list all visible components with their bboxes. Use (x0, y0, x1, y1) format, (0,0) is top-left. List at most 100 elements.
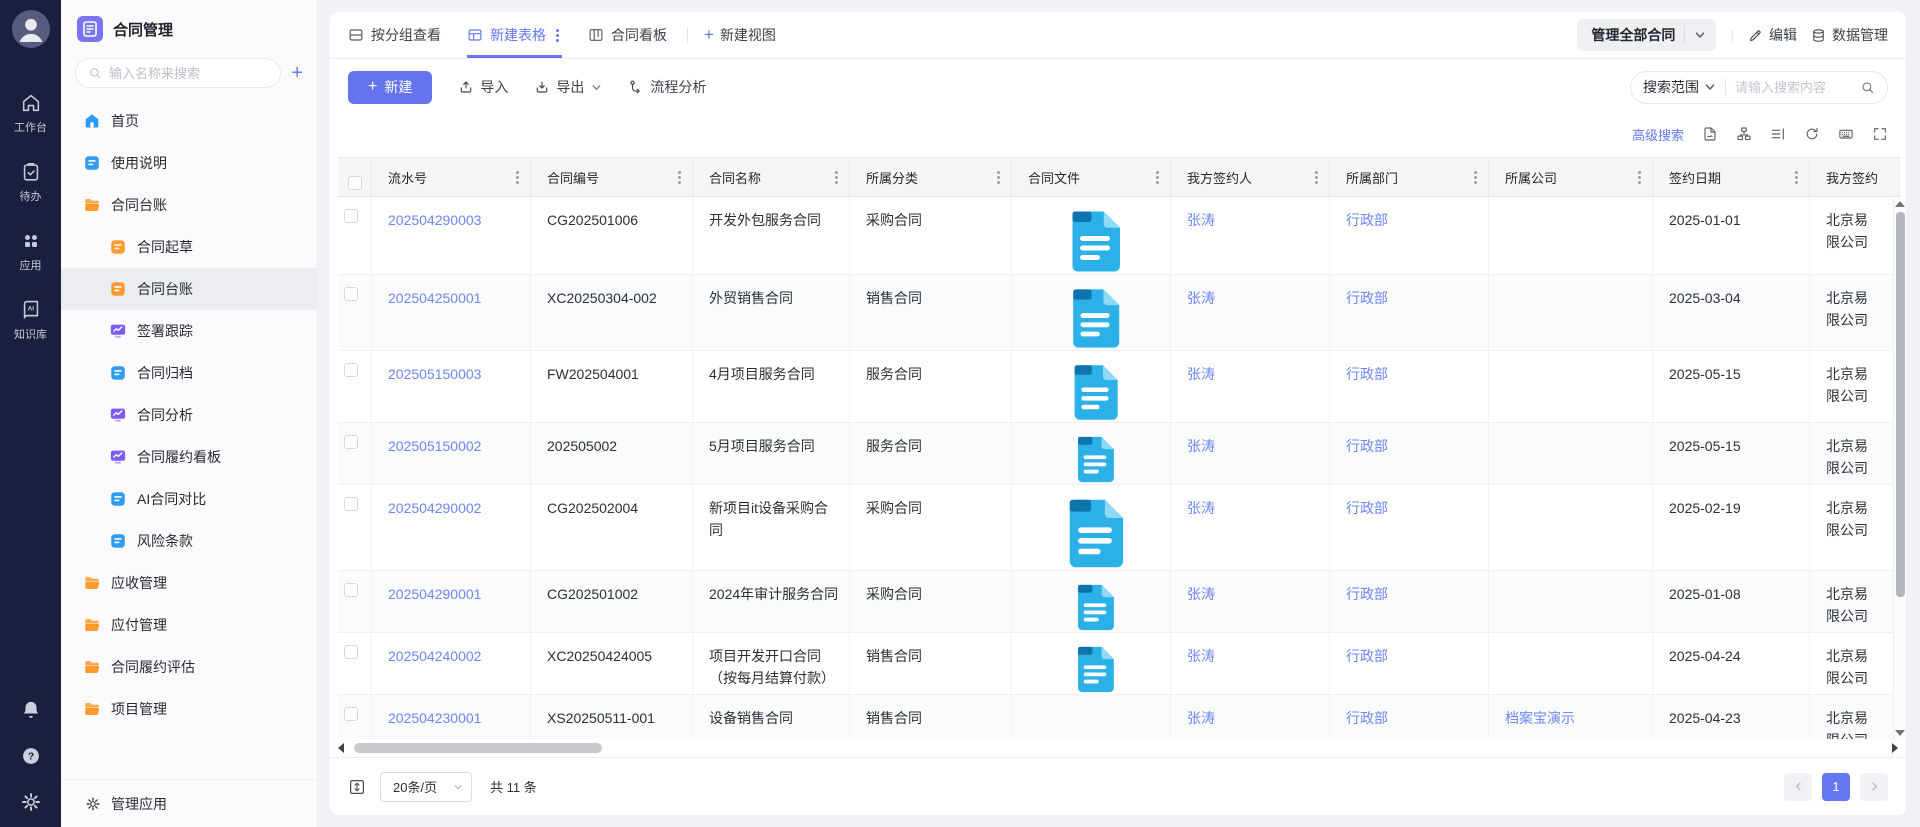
search-scope-dropdown[interactable]: 搜索范围 (1643, 77, 1716, 97)
cell-value-dept[interactable]: 行政部 (1346, 290, 1388, 306)
bell-icon[interactable] (20, 699, 42, 721)
row-checkbox[interactable] (344, 645, 358, 659)
file-icon[interactable] (1028, 497, 1162, 570)
data-manage-button[interactable]: 数据管理 (1811, 25, 1888, 45)
cell-value-signer[interactable]: 张涛 (1187, 710, 1215, 726)
cell-value-serial[interactable]: 202505150003 (388, 366, 481, 382)
rail-item-知识库[interactable]: AI知识库 (14, 299, 47, 342)
advanced-search-link[interactable]: 高级搜索 (1632, 125, 1684, 144)
cell-value-serial[interactable]: 202505150002 (388, 438, 481, 454)
next-page-button[interactable] (1860, 773, 1888, 801)
cell-value-serial[interactable]: 202504230001 (388, 710, 481, 726)
kebab-icon[interactable] (832, 169, 841, 186)
flow-analysis-button[interactable]: 流程分析 (628, 77, 706, 97)
cell-value-serial[interactable]: 202504290001 (388, 586, 481, 602)
cell-value-serial[interactable]: 202504290002 (388, 500, 481, 516)
cell-value-dept[interactable]: 行政部 (1346, 586, 1388, 602)
cell-value-signer[interactable]: 张涛 (1187, 290, 1215, 306)
sidebar-item-合同分析[interactable]: 合同分析 (61, 394, 317, 436)
cell-value-signer[interactable]: 张涛 (1187, 648, 1215, 664)
avatar[interactable] (12, 10, 50, 48)
tab-按分组查看[interactable]: 按分组查看 (348, 12, 441, 58)
manage-app-button[interactable]: 管理应用 (61, 779, 317, 827)
import-button[interactable]: 导入 (458, 77, 508, 97)
kebab-icon[interactable] (1635, 169, 1644, 186)
manage-all-button[interactable]: 管理全部合同 (1577, 19, 1716, 51)
kebab-icon[interactable] (1153, 169, 1162, 186)
sidebar-item-项目管理[interactable]: 项目管理 (61, 688, 317, 730)
rail-item-待办[interactable]: 待办 (14, 161, 47, 204)
search-icon[interactable] (1860, 80, 1875, 95)
sidebar-item-合同履约评估[interactable]: 合同履约评估 (61, 646, 317, 688)
horizontal-scroll-thumb[interactable] (354, 743, 602, 753)
new-view-button[interactable]: + 新建视图 (704, 25, 776, 45)
cell-value-serial[interactable]: 202504250001 (388, 290, 481, 306)
sidebar-item-使用说明[interactable]: 使用说明 (61, 142, 317, 184)
sidebar-item-合同起草[interactable]: 合同起草 (61, 226, 317, 268)
prev-page-button[interactable] (1784, 773, 1812, 801)
cell-value-signer[interactable]: 张涛 (1187, 586, 1215, 602)
file-icon[interactable] (1028, 645, 1162, 694)
page-size-select[interactable]: 20条/页 (380, 772, 472, 802)
tab-新建表格[interactable]: 新建表格 (467, 12, 562, 58)
row-checkbox[interactable] (344, 363, 358, 377)
scroll-down-arrow[interactable] (1895, 730, 1905, 736)
cell-value-dept[interactable]: 行政部 (1346, 710, 1388, 726)
rail-item-工作台[interactable]: 工作台 (14, 92, 47, 135)
sidebar-item-应付管理[interactable]: 应付管理 (61, 604, 317, 646)
cell-value-dept[interactable]: 行政部 (1346, 212, 1388, 228)
sidebar-item-签署跟踪[interactable]: 签署跟踪 (61, 310, 317, 352)
row-checkbox[interactable] (344, 583, 358, 597)
kebab-icon[interactable] (513, 169, 522, 186)
doc-export-icon[interactable] (1702, 126, 1718, 142)
page-button-1[interactable]: 1 (1822, 773, 1850, 801)
row-checkbox[interactable] (344, 497, 358, 511)
sidebar-item-合同台账[interactable]: 合同台账 (61, 268, 317, 310)
kebab-icon[interactable] (675, 169, 684, 186)
refresh-icon[interactable] (1804, 126, 1820, 142)
new-button[interactable]: + 新建 (348, 71, 432, 104)
sidebar-item-首页[interactable]: 首页 (61, 100, 317, 142)
sidebar-item-风险条款[interactable]: 风险条款 (61, 520, 317, 562)
kebab-icon[interactable] (1471, 169, 1480, 186)
cell-value-serial[interactable]: 202504290003 (388, 212, 481, 228)
row-checkbox[interactable] (344, 707, 358, 721)
kebab-icon[interactable] (553, 27, 562, 44)
cell-value-signer[interactable]: 张涛 (1187, 500, 1215, 516)
sidebar-search-input[interactable] (109, 66, 268, 81)
scroll-up-arrow[interactable] (1895, 201, 1905, 207)
add-button[interactable]: + (291, 63, 303, 83)
select-all-checkbox[interactable] (348, 176, 362, 190)
sidebar-item-合同履约看板[interactable]: 合同履约看板 (61, 436, 317, 478)
export-button[interactable]: 导出 (534, 77, 602, 97)
scroll-right-arrow[interactable] (1892, 743, 1898, 753)
rail-item-应用[interactable]: 应用 (14, 230, 47, 273)
cell-value-signer[interactable]: 张涛 (1187, 212, 1215, 228)
horizontal-scrollbar[interactable] (338, 739, 1898, 757)
vertical-scrollbar[interactable] (1893, 198, 1906, 739)
file-icon[interactable] (1028, 363, 1162, 422)
cell-value-serial[interactable]: 202504240002 (388, 648, 481, 664)
help-icon[interactable]: ? (20, 745, 42, 767)
edit-button[interactable]: 编辑 (1748, 25, 1797, 45)
kebab-icon[interactable] (994, 169, 1003, 186)
table-search-input[interactable] (1735, 80, 1851, 95)
sidebar-item-AI合同对比[interactable]: AI合同对比 (61, 478, 317, 520)
row-height-icon[interactable] (348, 778, 366, 796)
sidebar-item-合同归档[interactable]: 合同归档 (61, 352, 317, 394)
row-checkbox[interactable] (344, 435, 358, 449)
file-icon[interactable] (1028, 209, 1162, 274)
file-icon[interactable] (1028, 435, 1162, 484)
column-settings-icon[interactable] (1770, 126, 1786, 142)
row-checkbox[interactable] (344, 209, 358, 223)
cell-value-dept[interactable]: 行政部 (1346, 438, 1388, 454)
keyboard-icon[interactable] (1838, 126, 1854, 142)
file-icon[interactable] (1028, 583, 1162, 632)
cell-value-dept[interactable]: 行政部 (1346, 500, 1388, 516)
sidebar-item-合同台账[interactable]: 合同台账 (61, 184, 317, 226)
cell-value-dept[interactable]: 行政部 (1346, 648, 1388, 664)
file-icon[interactable] (1028, 287, 1162, 350)
cell-value-dept[interactable]: 行政部 (1346, 366, 1388, 382)
settings-icon[interactable] (20, 791, 42, 813)
fullscreen-icon[interactable] (1872, 126, 1888, 142)
